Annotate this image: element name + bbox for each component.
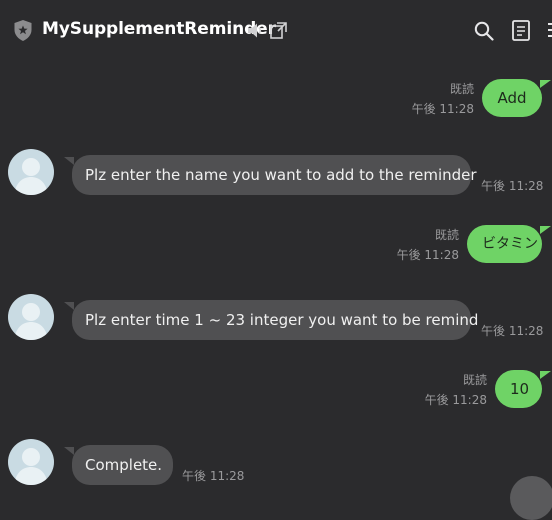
message-time: 午後 11:28 — [182, 469, 245, 483]
read-receipt: 既読 — [434, 228, 459, 242]
chat-title: MySupplementReminder — [42, 19, 276, 39]
avatar-person-icon — [14, 303, 48, 340]
bot-avatar[interactable] — [8, 294, 54, 340]
shield-icon — [14, 20, 32, 41]
incoming-message-bubble[interactable]: Plz enter the name you want to add to th… — [64, 155, 477, 195]
message-time: 午後 11:28 — [424, 393, 487, 407]
read-receipt: 既読 — [462, 373, 487, 387]
outgoing-message-bubble[interactable]: 10 — [495, 370, 551, 408]
search-icon[interactable] — [474, 21, 494, 41]
bot-avatar[interactable] — [8, 149, 54, 195]
menu-icon[interactable] — [546, 20, 552, 41]
speaker-mute-icon[interactable] — [247, 22, 263, 39]
message-time: 午後 11:28 — [481, 324, 544, 338]
message-time: 午後 11:28 — [481, 179, 544, 193]
incoming-message-bubble[interactable]: Complete. — [64, 445, 173, 485]
scroll-to-bottom-button[interactable] — [510, 476, 552, 520]
incoming-message-bubble[interactable]: Plz enter time 1 ~ 23 integer you want t… — [64, 300, 478, 340]
message-time: 午後 11:28 — [411, 102, 474, 116]
outgoing-message-bubble[interactable]: ビタミン — [467, 225, 551, 263]
read-receipt: 既読 — [449, 82, 474, 96]
avatar-person-icon — [14, 448, 48, 485]
popout-icon[interactable] — [270, 22, 287, 39]
notes-icon[interactable] — [512, 20, 530, 41]
bot-avatar[interactable] — [8, 439, 54, 485]
message-list: 既読 午後 11:28 Add Plz enter the name you w… — [0, 62, 552, 520]
chat-header: MySupplementReminder — [0, 0, 552, 62]
message-time: 午後 11:28 — [396, 248, 459, 262]
outgoing-message-bubble[interactable]: Add — [482, 79, 551, 117]
avatar-person-icon — [14, 158, 48, 195]
